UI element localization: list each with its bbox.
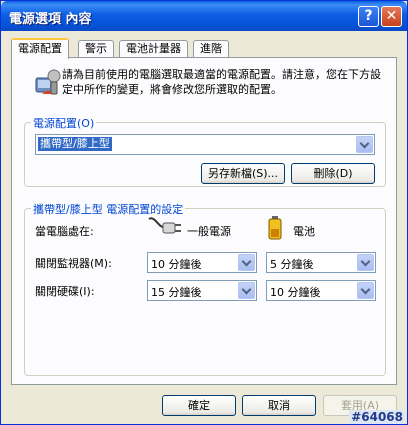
hard-disk-ac-select[interactable]: 15 分鐘後 <box>147 280 257 301</box>
description-text: 請為目前使用的電腦選取最適當的電源配置。請注意，您在下方設定中所作的變更，將會修… <box>62 68 381 96</box>
chevron-down-icon[interactable] <box>238 254 255 271</box>
chevron-down-icon[interactable] <box>356 136 373 153</box>
monitor-battery-value: 5 分鐘後 <box>270 258 314 271</box>
power-scheme-select[interactable]: 攜帶型/膝上型 <box>35 134 375 155</box>
tab-power-schemes[interactable]: 電源配置 <box>11 38 69 59</box>
battery-label: 電池 <box>293 225 315 238</box>
help-button[interactable]: ? <box>358 6 379 27</box>
chevron-down-icon[interactable] <box>357 282 374 299</box>
tab-alarms[interactable]: 警示 <box>78 40 114 58</box>
power-scheme-value: 攜帶型/膝上型 <box>38 137 112 151</box>
ok-button[interactable]: 確定 <box>162 395 236 416</box>
power-scheme-group-label: 電源配置(O) <box>31 115 97 131</box>
cancel-button[interactable]: 取消 <box>242 395 316 416</box>
monitor-ac-select[interactable]: 10 分鐘後 <box>147 252 257 273</box>
hard-disk-off-label: 關閉硬碟(I): <box>35 285 95 298</box>
title-bar[interactable]: 電源選項 內容 ? ✕ <box>1 1 407 31</box>
close-button[interactable]: ✕ <box>381 6 402 27</box>
hard-disk-battery-select[interactable]: 10 分鐘後 <box>266 280 376 301</box>
save-as-button[interactable]: 另存新檔(S)... <box>201 163 285 184</box>
monitor-ac-value: 10 分鐘後 <box>151 258 202 271</box>
chevron-down-icon[interactable] <box>357 254 374 271</box>
delete-button[interactable]: 刪除(D) <box>291 163 375 184</box>
monitor-off-label: 關閉監視器(M): <box>35 257 112 270</box>
tab-power-meter[interactable]: 電池計量器 <box>119 40 188 58</box>
tab-panel: 請為目前使用的電腦選取最適當的電源配置。請注意，您在下方設定中所作的變更，將會修… <box>11 57 397 385</box>
window-title: 電源選項 內容 <box>9 12 92 27</box>
power-scheme-icon <box>35 69 61 95</box>
power-scheme-group: 電源配置(O) 攜帶型/膝上型 另存新檔(S)... 刪除(D) <box>24 115 386 187</box>
tab-advanced[interactable]: 進階 <box>193 40 229 58</box>
watermark: #64068 <box>349 410 405 424</box>
ac-plug-icon <box>148 217 181 234</box>
scheme-settings-group: 攜帶型/膝上型 電源配置的設定 當電腦處在: 一般電源 電池 關閉監視器(M):… <box>24 201 386 376</box>
ac-power-label: 一般電源 <box>187 225 231 238</box>
hard-disk-battery-value: 10 分鐘後 <box>270 286 321 299</box>
chevron-down-icon[interactable] <box>238 282 255 299</box>
monitor-battery-select[interactable]: 5 分鐘後 <box>266 252 376 273</box>
when-computer-label: 當電腦處在: <box>35 225 94 238</box>
battery-icon <box>268 216 282 240</box>
hard-disk-ac-value: 15 分鐘後 <box>151 286 202 299</box>
power-options-window: 電源選項 內容 ? ✕ 電源配置 警示 電池計量器 進階 請為目前使用的電腦選取… <box>0 0 408 425</box>
